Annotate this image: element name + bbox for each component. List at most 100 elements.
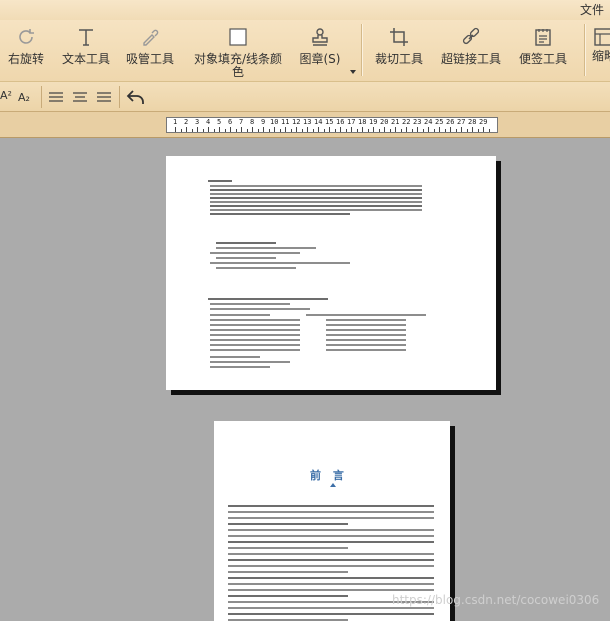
text-line-placeholder — [228, 523, 348, 525]
text-line-placeholder — [210, 361, 290, 363]
ruler-tick — [411, 129, 413, 132]
sticky-note-label: 便签工具 — [518, 52, 567, 66]
ruler-tick — [235, 129, 237, 132]
ruler-tick — [307, 127, 308, 132]
ruler-tick — [180, 129, 182, 132]
ruler-number: 21 — [391, 118, 400, 126]
ruler-tick — [472, 127, 473, 132]
ruler-tick — [285, 127, 286, 132]
text-line-placeholder — [228, 517, 434, 519]
rotate-right-button[interactable]: 右旋转 — [6, 26, 46, 66]
text-line-placeholder — [210, 201, 422, 203]
align-right-icon[interactable] — [96, 90, 112, 107]
ruler-tick — [433, 129, 435, 132]
document-workarea[interactable]: 前 言 — [0, 138, 610, 621]
link-icon — [438, 26, 504, 50]
eyedropper-button[interactable]: 吸管工具 — [124, 26, 176, 66]
stamp-icon — [298, 26, 342, 50]
sticky-note-button[interactable]: 便签工具 — [516, 26, 570, 66]
text-line-placeholder — [210, 209, 422, 211]
ruler-tick — [422, 129, 424, 132]
text-line-placeholder — [326, 349, 406, 351]
rotate-right-icon — [6, 26, 46, 50]
ruler-number: 8 — [250, 118, 255, 126]
ruler-tick — [186, 127, 187, 132]
object-fill-button[interactable]: 对象填充/线条颜 色 — [190, 26, 286, 79]
text-line-placeholder — [228, 547, 348, 549]
document-page-2[interactable]: 前 言 — [214, 421, 450, 621]
ribbon-separator — [584, 24, 585, 76]
text-line-placeholder — [326, 339, 406, 341]
ruler-number: 17 — [347, 118, 356, 126]
text-line-placeholder — [326, 334, 406, 336]
text-line-placeholder — [228, 541, 434, 543]
thumbnail-icon — [592, 26, 610, 50]
ruler-tick — [296, 127, 297, 132]
text-line-placeholder — [210, 205, 422, 207]
stamp-dropdown-caret[interactable] — [350, 70, 356, 74]
align-center-icon[interactable] — [72, 90, 88, 107]
ruler-tick — [312, 129, 314, 132]
ruler-number: 24 — [424, 118, 433, 126]
ruler-number: 11 — [281, 118, 290, 126]
document-page-1[interactable] — [166, 156, 496, 390]
text-line-placeholder — [228, 607, 434, 609]
ruler-tick — [257, 129, 259, 132]
horizontal-ruler[interactable]: 1 2 3 4 5 6 7 8 9 10 11 12 13 14 15 16 17 18 19 20 21 22 23 24 2… — [166, 117, 498, 133]
ruler-tick — [241, 127, 242, 132]
format-toolbar: A² A₂ — [0, 82, 610, 112]
ruler-number: 1 — [173, 118, 178, 126]
text-line-placeholder — [210, 339, 300, 341]
ruler-number: 5 — [217, 118, 222, 126]
subscript-button[interactable]: A₂ — [18, 91, 30, 104]
ruler-number: 13 — [303, 118, 312, 126]
text-line-placeholder — [210, 329, 300, 331]
ruler-tick — [466, 129, 468, 132]
menu-bar: 文件 — [0, 0, 610, 20]
ruler-tick — [362, 127, 363, 132]
ruler-tick — [268, 129, 270, 132]
watermark-text: https://blog.csdn.net/cocowei0306 — [392, 593, 600, 607]
superscript-button[interactable]: A² — [0, 89, 12, 102]
text-line-placeholder — [228, 613, 434, 615]
ruler-tick — [191, 129, 193, 132]
text-line-placeholder — [326, 324, 406, 326]
ruler-tick — [351, 127, 352, 132]
ruler-tick — [202, 129, 204, 132]
stamp-button[interactable]: 图章(S) — [298, 26, 342, 66]
hyperlink-label: 超链接工具 — [440, 52, 501, 66]
crop-label: 裁切工具 — [374, 52, 423, 66]
ruler-tick — [340, 127, 341, 132]
text-tool-button[interactable]: 文本工具 — [60, 26, 112, 66]
text-line-placeholder — [210, 356, 260, 358]
hyperlink-button[interactable]: 超链接工具 — [438, 26, 504, 66]
ruler-tick — [301, 129, 303, 132]
undo-icon[interactable] — [126, 88, 146, 109]
menu-file[interactable]: 文件 — [580, 1, 604, 18]
text-line-placeholder — [228, 595, 348, 597]
text-icon — [60, 26, 112, 50]
text-line-placeholder — [208, 298, 328, 300]
ruler-number: 14 — [314, 118, 323, 126]
ruler-tick — [395, 127, 396, 132]
text-line-placeholder — [210, 193, 422, 195]
ruler-tick — [461, 127, 462, 132]
ruler-number: 9 — [261, 118, 266, 126]
ruler-number: 3 — [195, 118, 200, 126]
text-line-placeholder — [210, 334, 300, 336]
text-line-placeholder — [228, 511, 434, 513]
text-line-placeholder — [228, 571, 348, 573]
ruler-tick — [406, 127, 407, 132]
align-left-icon[interactable] — [48, 90, 64, 107]
text-line-placeholder — [210, 185, 422, 187]
eyedropper-icon — [124, 26, 176, 50]
text-line-placeholder — [228, 535, 434, 537]
crop-button[interactable]: 裁切工具 — [372, 26, 426, 66]
text-line-placeholder — [326, 344, 406, 346]
crop-icon — [372, 26, 426, 50]
thumbnail-button[interactable]: 缩略 — [592, 26, 610, 63]
stamp-label: 图章(S) — [299, 52, 341, 66]
ruler-tick — [356, 129, 358, 132]
ruler-number: 29 — [479, 118, 488, 126]
ruler-tick — [213, 129, 215, 132]
